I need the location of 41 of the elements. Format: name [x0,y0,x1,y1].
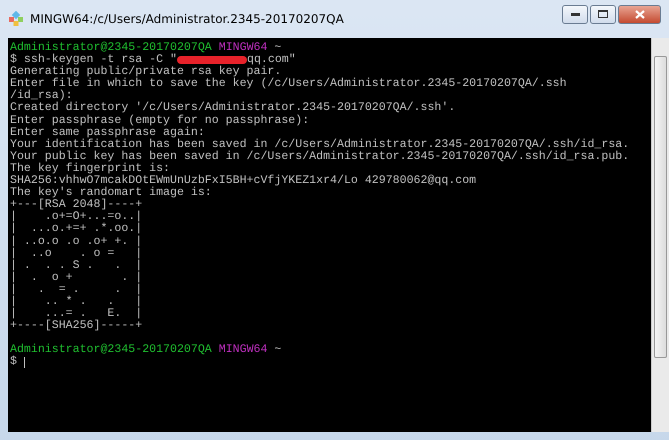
output-line: The key's randomart image is: [10,187,212,200]
scrollbar-thumb[interactable] [654,56,667,358]
close-button[interactable] [618,4,661,24]
prompt-user: Administrator@2345-20170207QA [10,344,212,356]
close-icon [634,10,644,18]
minimize-button[interactable] [562,4,588,24]
prompt-path: ~ [274,42,282,54]
command-text: $ ssh-keygen -t rsa -C " [10,54,177,66]
output-line: | . o + . | [10,272,142,284]
app-icon [8,11,24,27]
maximize-button[interactable] [590,4,616,24]
input-prompt: $ [10,356,17,369]
output-line: | .o+=O+...=o..| [10,211,142,224]
prompt-user: Administrator@2345-20170207QA [10,42,212,54]
output-line: | ...o.+=+ .*.oo.| [10,223,142,236]
output-line: Your public key has been saved in /c/Users/Administrator.2345-20170207QA/.ssh/id_rsa.pub. [10,150,630,163]
output-line: Your identification has been saved in /c/Users/Administrator.2345-20170207QA/.ssh/id_rsa. [10,138,630,151]
output-line: | ..o.o .o .o+ +. | [10,236,142,248]
output-line: | . . . S . . | [10,260,142,272]
output-line: +----[SHA256]-----+ [10,320,142,332]
output-line: | ..o . o = | [10,248,142,260]
minimize-icon [570,12,580,16]
prompt-path: ~ [274,344,282,356]
scrollbar[interactable] [651,38,669,432]
command-text: qq.com" [246,54,296,66]
output-line: | ...= . E. | [10,308,142,320]
output-line: | . = . . | [10,284,142,296]
prompt-shell: MINGW64 [218,344,268,356]
output-line: Enter passphrase (empty for no passphrase): [10,114,310,127]
output-line: /id_rsa): [10,90,73,102]
output-line: SHA256:vhhwO7mcakDOtEWmUnUzbFxI5BH+cVfjYKEZ1xr4/Lo 429780062@qq.com [10,175,476,188]
window-title: MINGW64:/c/Users/Administrator.2345-20170207QA [30,12,345,26]
output-line: Enter file in which to save the key (/c/Users/Administrator.2345-20170207QA/.ssh [10,78,567,90]
output-line: Enter same passphrase again: [10,126,205,139]
output-line: | .. * . . | [10,296,142,308]
output-line: Generating public/private rsa key pair. [10,66,282,78]
output-line: The key fingerprint is: [10,162,170,175]
prompt-shell: MINGW64 [218,42,268,54]
output-line: Created directory '/c/Users/Administrator.2345-20170207QA/.ssh'. [10,102,456,114]
output-line: +---[RSA 2048]----+ [10,199,142,212]
maximize-icon [598,10,608,18]
